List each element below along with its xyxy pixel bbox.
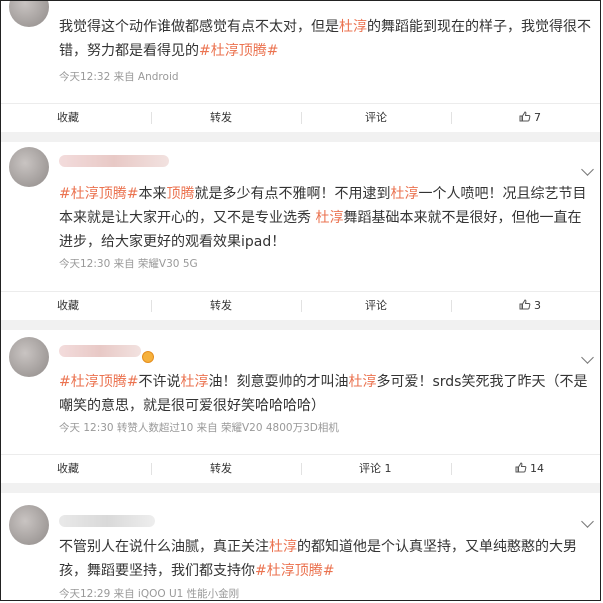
weibo-comment-feed: 我觉得这个动作谁做都感觉有点不太对，但是杜淳的舞蹈能到现在的样子，我觉得很不错，… [0,0,601,601]
username-redacted[interactable] [59,345,141,357]
chevron-down-icon[interactable] [581,351,594,364]
like-count: 14 [530,462,544,475]
divider [301,463,302,475]
collect-button[interactable]: 收藏 [57,455,79,483]
action-bar: 收藏 转发 评论 3 [1,291,600,320]
like-count: 7 [534,111,541,124]
comment-text: 我觉得这个动作谁做都感觉有点不太对，但是杜淳的舞蹈能到现在的样子，我觉得很不错，… [59,15,594,63]
comment-meta: 今天12:29 来自 iQOO U1 性能小金刚 [59,588,240,600]
comment-button[interactable]: 评论 [365,104,387,132]
card-separator [1,483,600,493]
highlight-link[interactable]: #杜淳顶腾# [199,43,278,59]
chevron-down-icon[interactable] [581,163,594,176]
username-redacted[interactable] [59,155,169,167]
highlight-link[interactable]: #杜淳顶腾# [59,374,138,390]
comment-text-run: 不管别人在说什么油腻，真正关注 [59,539,269,555]
thumbs-up-icon [519,111,531,122]
divider [451,463,452,475]
user-avatar[interactable] [9,1,49,27]
highlight-link[interactable]: #杜淳顶腾# [59,186,138,202]
like-count: 3 [534,299,541,312]
highlight-link[interactable]: 顶腾 [166,186,194,202]
divider [151,463,152,475]
highlight-link[interactable]: 杜淳 [339,19,367,35]
like-button[interactable]: 7 [519,104,541,132]
highlight-link[interactable]: 杜淳 [390,186,418,202]
user-avatar[interactable] [9,337,49,377]
emoji-badge-icon [142,351,154,363]
like-button[interactable]: 3 [519,292,541,320]
comment-meta: 今天12:30 来自 荣耀V30 5G [59,258,198,270]
action-bar: 收藏 转发 评论 1 14 [1,454,600,483]
comment-text: 不管别人在说什么油腻，真正关注杜淳的都知道他是个认真坚持，又单纯憨憨的大男孩，舞… [59,535,594,583]
comment-meta: 今天 12:30 转赞人数超过10 来自 荣耀V20 4800万3D相机 [59,422,339,434]
comment-text-run: 就是多少有点不雅啊！不用逮到 [194,186,391,202]
comment-button[interactable]: 评论 1 [359,455,392,483]
username-redacted[interactable] [59,515,155,527]
card-separator [1,320,600,330]
user-avatar[interactable] [9,147,49,187]
comment-text-run: 本来 [138,186,167,202]
card-separator [1,132,600,142]
highlight-link[interactable]: 杜淳 [348,374,376,390]
comment-text-run: 不许说 [138,374,181,390]
repost-button[interactable]: 转发 [210,292,232,320]
divider [151,112,152,124]
thumbs-up-icon [515,462,527,473]
divider [451,300,452,312]
comment-text: #杜淳顶腾#本来顶腾就是多少有点不雅啊！不用逮到杜淳一个人喷吧！况且综艺节目本来… [59,182,594,254]
highlight-link[interactable]: #杜淳顶腾# [255,563,334,579]
thumbs-up-icon [519,299,531,310]
repost-button[interactable]: 转发 [210,455,232,483]
divider [301,112,302,124]
user-avatar[interactable] [9,505,49,545]
divider [151,300,152,312]
highlight-link[interactable]: 杜淳 [269,539,297,555]
repost-button[interactable]: 转发 [210,104,232,132]
collect-button[interactable]: 收藏 [57,292,79,320]
comment-text-run: 油！刻意耍帅的才叫油 [208,374,349,390]
comment-button[interactable]: 评论 [365,292,387,320]
action-bar: 收藏 转发 评论 7 [1,103,600,132]
chevron-down-icon[interactable] [581,515,594,528]
collect-button[interactable]: 收藏 [57,104,79,132]
divider [301,300,302,312]
like-button[interactable]: 14 [515,455,544,483]
comment-text: #杜淳顶腾#不许说杜淳油！刻意耍帅的才叫油杜淳多可爱！srds笑死我了昨天（不是… [59,370,594,418]
comment-meta: 今天12:32 来自 Android [59,71,179,83]
highlight-link[interactable]: 杜淳 [315,210,343,226]
highlight-link[interactable]: 杜淳 [180,374,208,390]
divider [451,112,452,124]
comment-text-run: 我觉得这个动作谁做都感觉有点不太对，但是 [59,19,339,35]
